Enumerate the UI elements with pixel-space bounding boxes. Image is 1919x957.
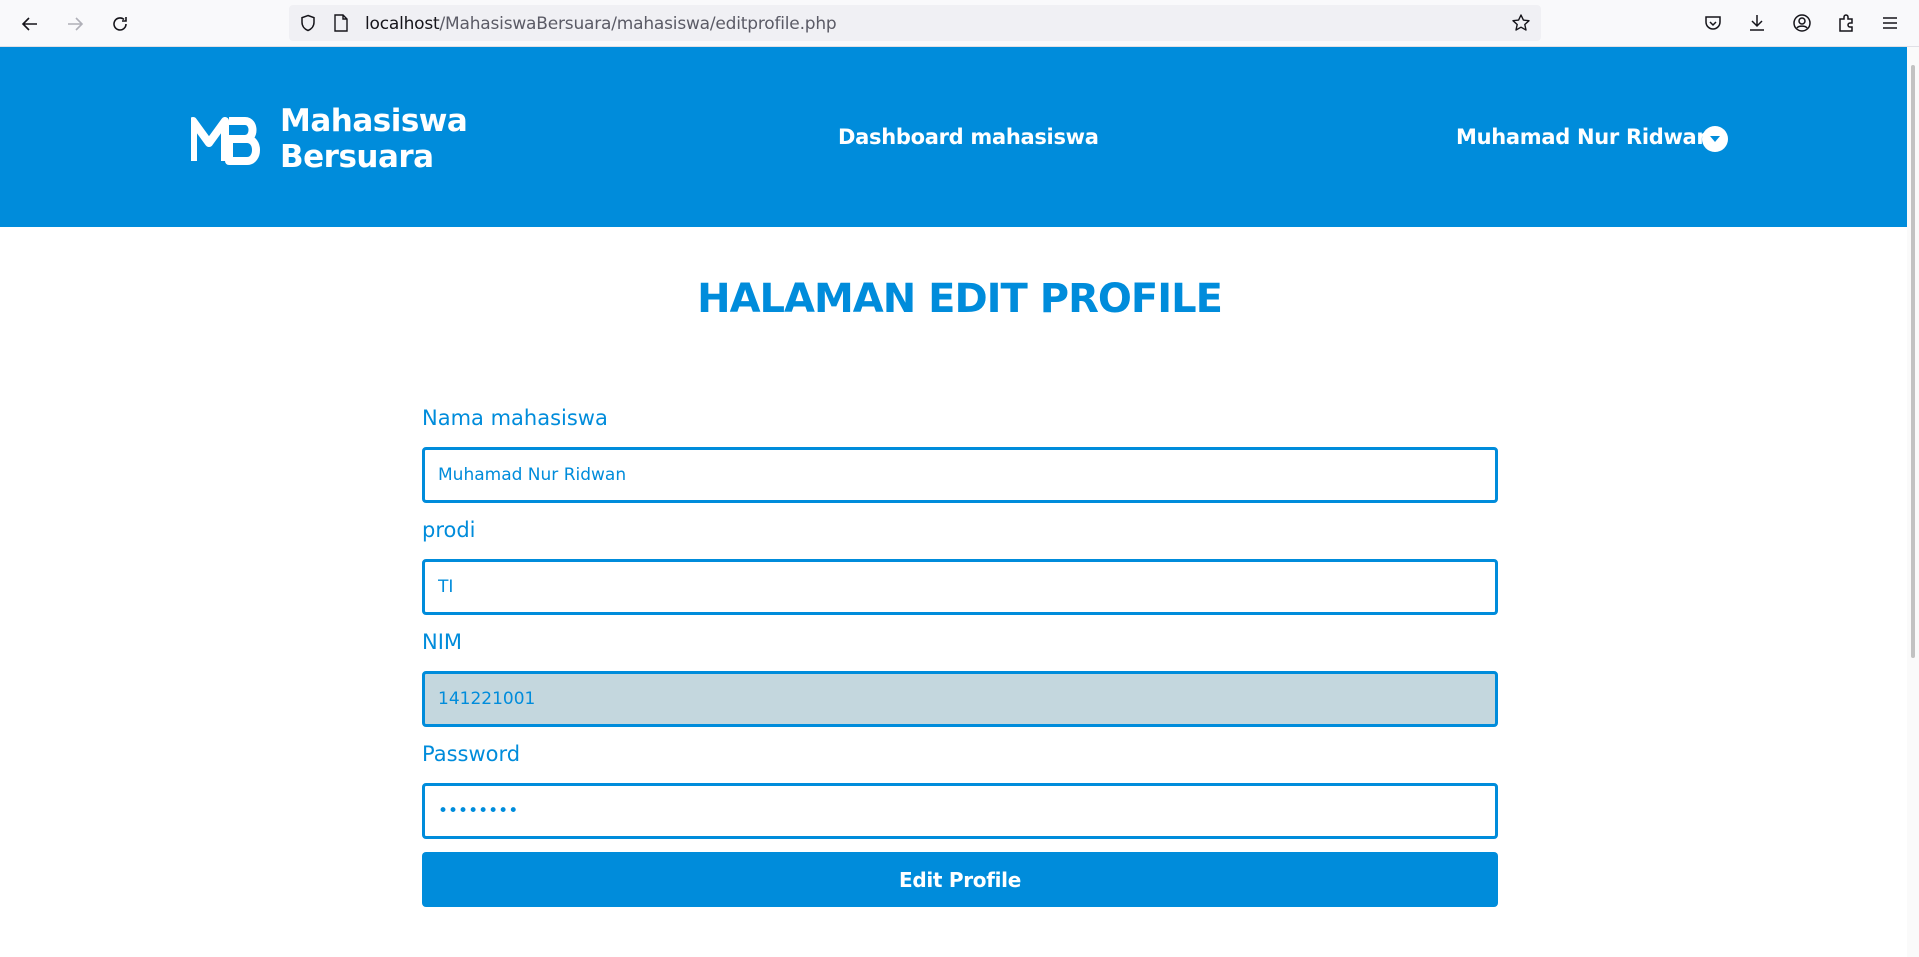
pocket-icon[interactable] xyxy=(1701,11,1725,35)
account-icon[interactable] xyxy=(1790,11,1814,35)
brand-name[interactable]: Mahasiswa Bersuara xyxy=(280,103,468,175)
nav-dashboard-link[interactable]: Dashboard mahasiswa xyxy=(838,125,1099,149)
download-icon[interactable] xyxy=(1745,11,1769,35)
shield-icon[interactable] xyxy=(299,14,317,32)
user-menu-toggle[interactable] xyxy=(1702,126,1728,152)
bookmark-star-icon[interactable] xyxy=(1511,13,1531,33)
reload-icon xyxy=(113,17,127,31)
password-label: Password xyxy=(422,742,521,766)
logo-icon[interactable] xyxy=(191,117,263,165)
extensions-icon[interactable] xyxy=(1834,11,1858,35)
chevron-down-icon xyxy=(1710,136,1720,142)
nama-label: Nama mahasiswa xyxy=(422,406,608,430)
reload-button[interactable] xyxy=(104,8,136,40)
prodi-label: prodi xyxy=(422,518,476,542)
edit-profile-button[interactable]: Edit Profile xyxy=(422,852,1498,907)
password-input[interactable] xyxy=(422,783,1498,839)
back-button[interactable] xyxy=(14,8,46,40)
forward-button[interactable] xyxy=(59,8,91,40)
prodi-input[interactable] xyxy=(422,559,1498,615)
page-title: HALAMAN EDIT PROFILE xyxy=(697,276,1223,322)
site-header: Mahasiswa Bersuara Dashboard mahasiswa M… xyxy=(0,47,1919,227)
user-name[interactable]: Muhamad Nur Ridwan xyxy=(1456,125,1711,149)
browser-toolbar: localhost/MahasiswaBersuara/mahasiswa/ed… xyxy=(0,0,1919,47)
nama-input[interactable] xyxy=(422,447,1498,503)
scroll-thumb[interactable] xyxy=(1911,65,1915,658)
menu-icon[interactable] xyxy=(1878,11,1902,35)
arrow-left-icon xyxy=(21,17,37,31)
url-bar[interactable]: localhost/MahasiswaBersuara/mahasiswa/ed… xyxy=(289,5,1541,41)
nim-label: NIM xyxy=(422,630,463,654)
nim-input[interactable] xyxy=(422,671,1498,727)
url-text[interactable]: localhost/MahasiswaBersuara/mahasiswa/ed… xyxy=(365,14,837,34)
page-scrollbar[interactable] xyxy=(1907,47,1919,957)
arrow-right-icon xyxy=(68,17,84,31)
page-icon xyxy=(334,14,348,32)
